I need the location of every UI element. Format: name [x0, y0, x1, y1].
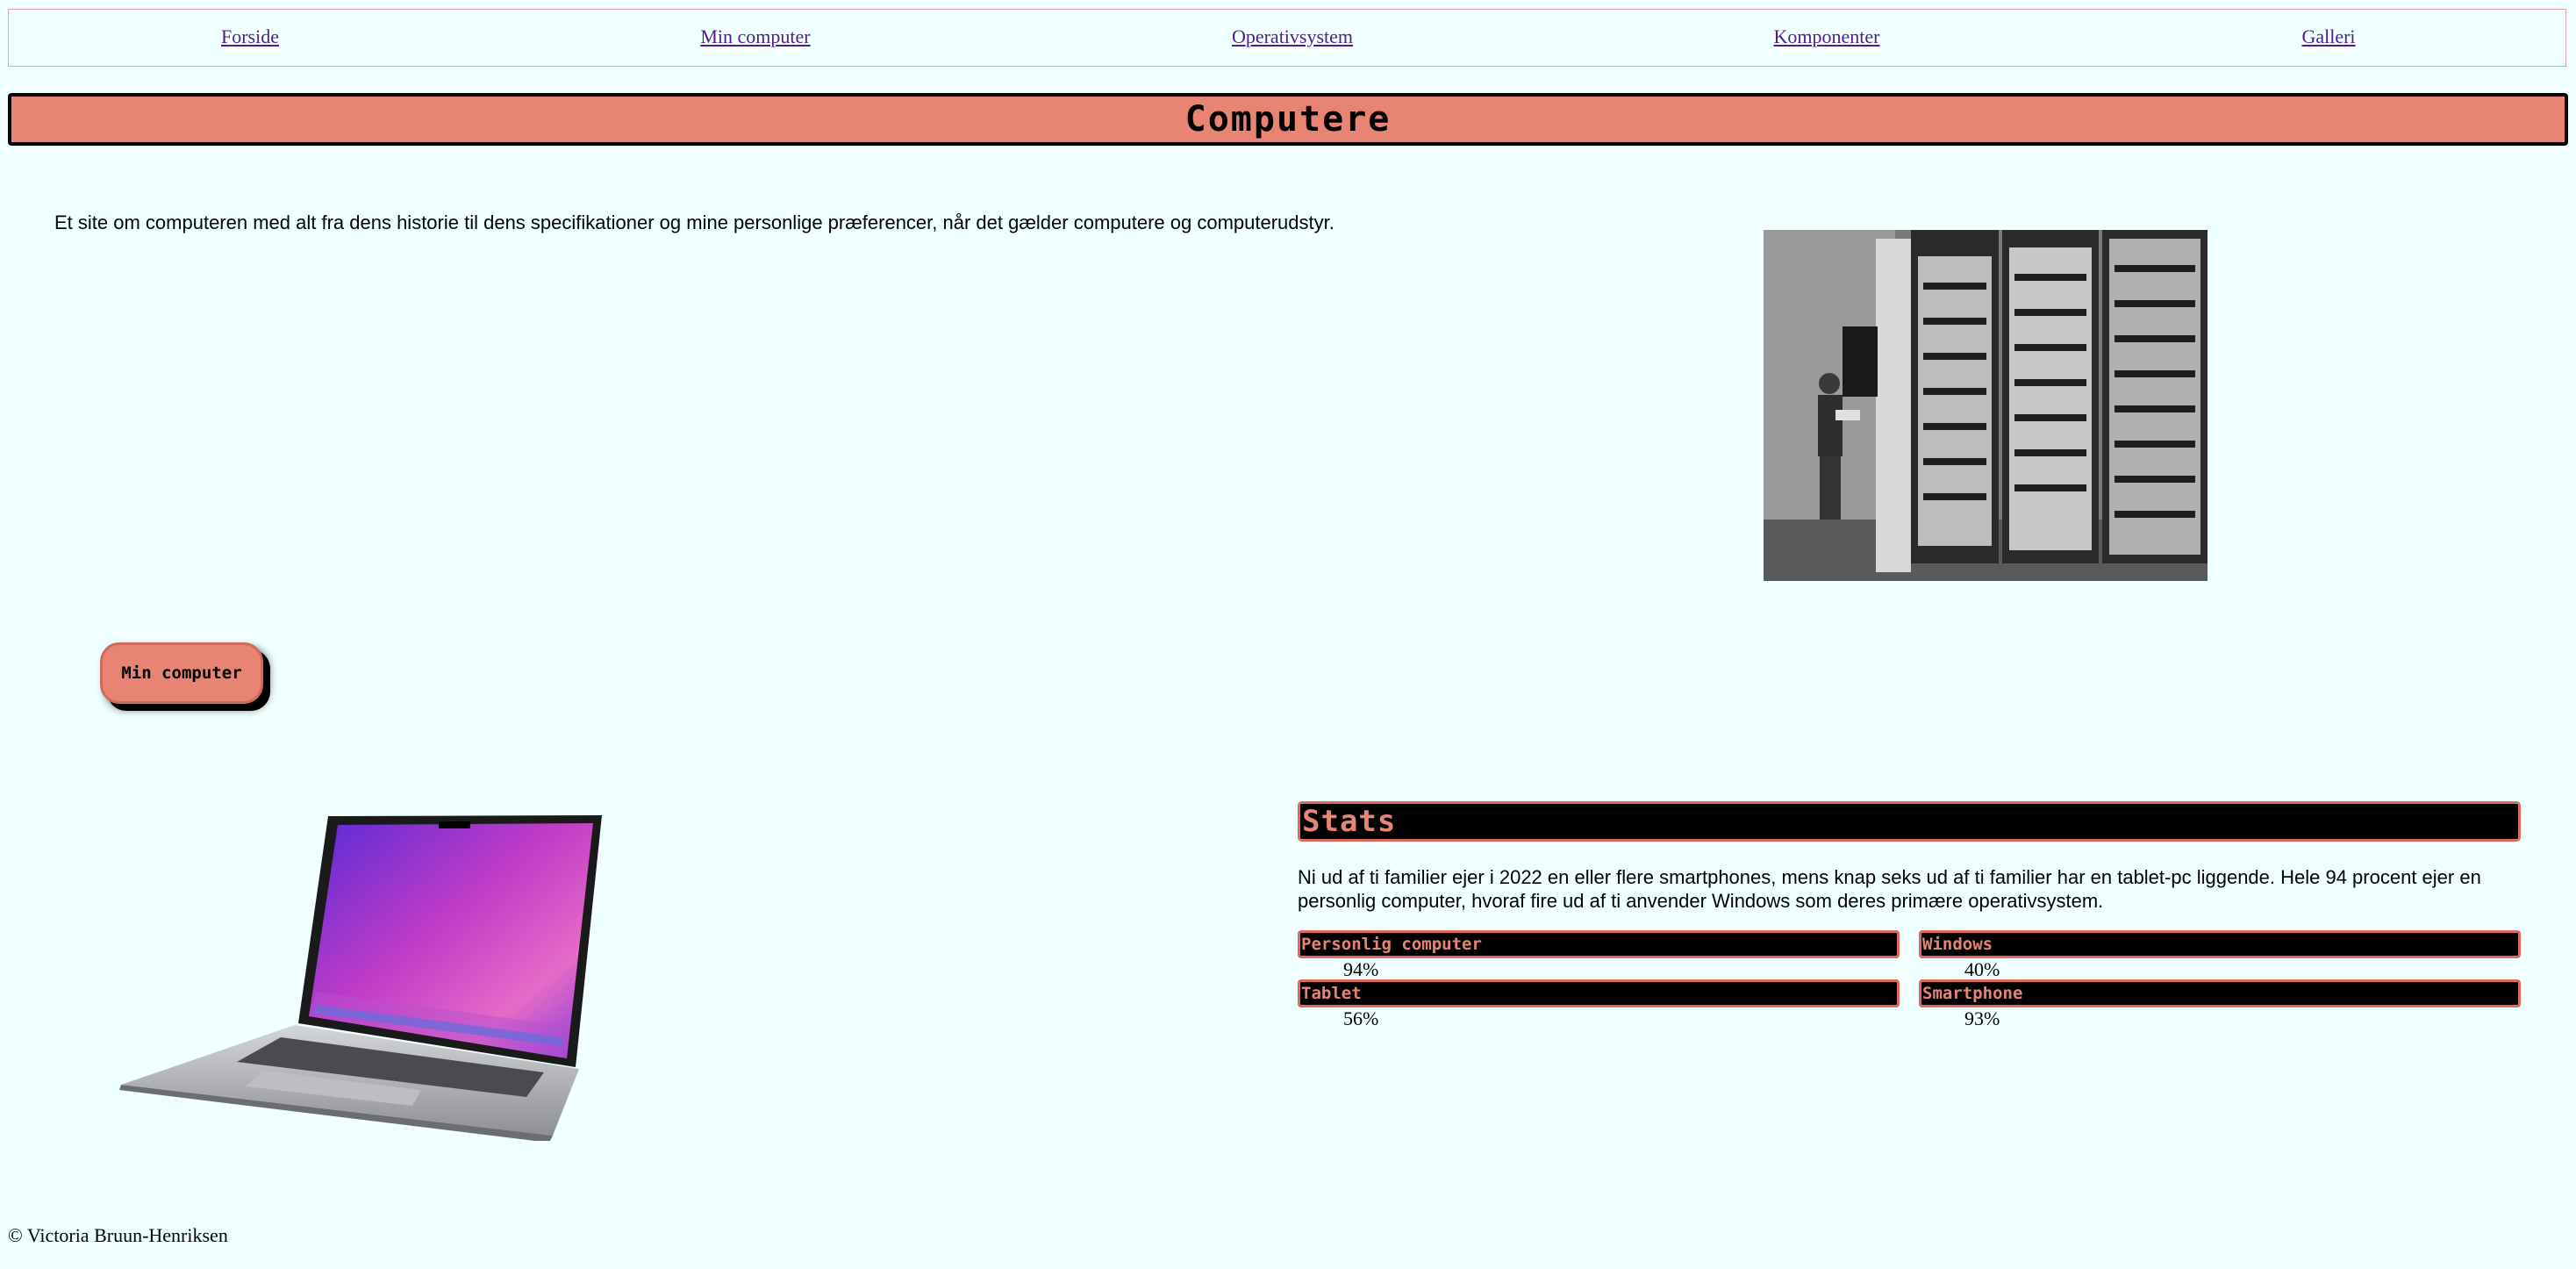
stat-smartphone: Smartphone 93% [1919, 979, 2521, 1029]
nav-link-forside[interactable]: Forside [221, 25, 279, 48]
stat-bar: Windows [1919, 930, 2521, 958]
historic-computer-photo [1764, 230, 2207, 581]
nav-link-galleri[interactable]: Galleri [2301, 25, 2355, 48]
min-computer-button[interactable]: Min computer [100, 642, 263, 704]
stat-label: Tablet [1301, 984, 1362, 1003]
stat-value: 94% [1343, 958, 1379, 980]
stats-heading-bar: Stats [1298, 801, 2521, 842]
stat-label: Personlig computer [1301, 935, 1482, 954]
laptop-image [114, 807, 605, 1143]
main-nav: Forside Min computer Operativsystem Komp… [8, 9, 2566, 67]
stats-heading: Stats [1302, 804, 1397, 839]
stat-windows: Windows 40% [1919, 930, 2521, 980]
stat-label: Windows [1922, 935, 1993, 954]
stat-bar: Smartphone [1919, 979, 2521, 1007]
stats-description: Ni ud af ti familier ejer i 2022 en elle… [1298, 866, 2481, 912]
stat-value: 56% [1343, 1007, 1379, 1029]
nav-link-min-computer[interactable]: Min computer [700, 25, 810, 48]
page-title: Computere [1184, 99, 1392, 140]
stat-bar: Personlig computer [1298, 930, 1900, 958]
intro-text: Et site om computeren med alt fra dens h… [54, 212, 1335, 233]
stat-personlig-computer: Personlig computer 94% [1298, 930, 1900, 980]
stat-bar: Tablet [1298, 979, 1900, 1007]
stat-value: 93% [1964, 1007, 2000, 1029]
stat-tablet: Tablet 56% [1298, 979, 1900, 1029]
stat-label: Smartphone [1922, 984, 2023, 1003]
nav-link-operativsystem[interactable]: Operativsystem [1232, 25, 1353, 48]
page-title-bar: Computere [8, 93, 2568, 146]
footer-copyright: © Victoria Bruun-Henriksen [8, 1224, 228, 1246]
nav-link-komponenter[interactable]: Komponenter [1774, 25, 1880, 48]
stat-value: 40% [1964, 958, 2000, 980]
